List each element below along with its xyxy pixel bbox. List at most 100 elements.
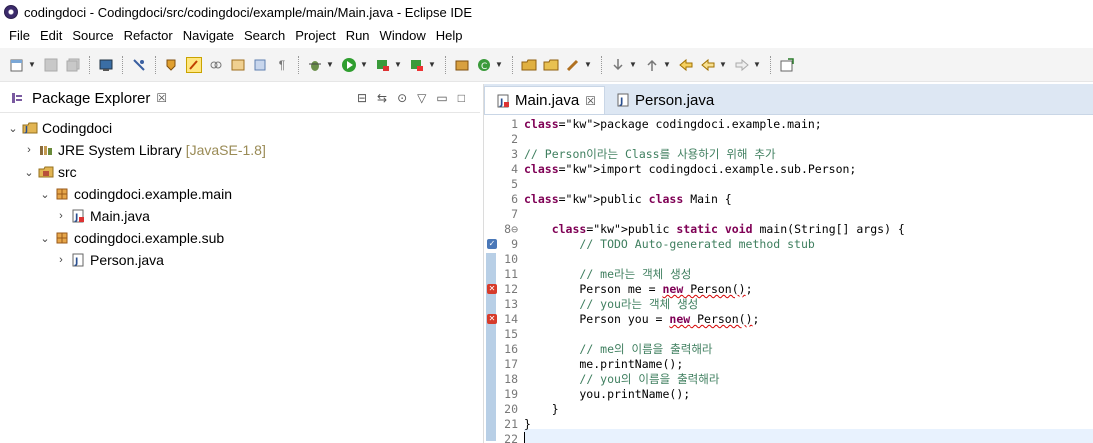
menu-search[interactable]: Search bbox=[239, 28, 290, 43]
expand-arrow-icon[interactable]: ⌄ bbox=[38, 232, 52, 245]
run-dropdown-icon[interactable]: ▼ bbox=[360, 60, 368, 69]
menu-window[interactable]: Window bbox=[375, 28, 431, 43]
block-select-icon[interactable] bbox=[252, 57, 268, 73]
pilcrow-icon[interactable]: ¶ bbox=[274, 57, 290, 73]
new-class-dropdown-icon[interactable]: ▼ bbox=[495, 60, 503, 69]
code-line: 6 class="kw">public class Main { bbox=[484, 192, 1093, 207]
tree-node-label: Main.java bbox=[90, 208, 150, 224]
task-marker-icon[interactable]: ✓ bbox=[487, 239, 497, 249]
pin-editor-icon[interactable] bbox=[779, 57, 795, 73]
line-number: 18 bbox=[504, 372, 518, 386]
code-line: 8⊖ class="kw">public static void main(St… bbox=[484, 222, 1093, 237]
open-type-icon[interactable] bbox=[521, 57, 537, 73]
prev-annotation-icon[interactable] bbox=[644, 57, 660, 73]
close-icon[interactable]: ☒ bbox=[156, 91, 167, 105]
collapse-arrow-icon[interactable]: › bbox=[54, 254, 68, 266]
menu-help[interactable]: Help bbox=[431, 28, 468, 43]
new-java-class-icon[interactable]: C bbox=[476, 57, 492, 73]
terminal-icon[interactable] bbox=[98, 57, 114, 73]
external-tools-icon[interactable] bbox=[409, 57, 425, 73]
save-all-icon[interactable] bbox=[65, 57, 81, 73]
annotation-icon[interactable] bbox=[230, 57, 246, 73]
debug-icon[interactable] bbox=[307, 57, 323, 73]
tab-main-java[interactable]: J Main.java ☒ bbox=[484, 86, 605, 114]
link-icon[interactable] bbox=[208, 57, 224, 73]
window-title: codingdoci - Codingdoci/src/codingdoci/e… bbox=[24, 4, 472, 20]
new-java-package-icon[interactable] bbox=[454, 57, 470, 73]
skip-breakpoints-icon[interactable] bbox=[131, 57, 147, 73]
menu-file[interactable]: File bbox=[4, 28, 35, 43]
menu-edit[interactable]: Edit bbox=[35, 28, 67, 43]
search-pencil-icon[interactable] bbox=[565, 57, 581, 73]
package-explorer-view: Package Explorer ☒ ⊟ ⇆ ⊙ ▽ ▭ □ ⌄ J Codin… bbox=[0, 84, 480, 443]
toolbar-separator bbox=[298, 55, 299, 74]
menu-navigate[interactable]: Navigate bbox=[178, 28, 239, 43]
highlight-icon[interactable] bbox=[186, 56, 202, 73]
back-dropdown-icon[interactable]: ▼ bbox=[719, 60, 727, 69]
line-number: 22 bbox=[504, 432, 518, 443]
save-icon[interactable] bbox=[43, 57, 59, 73]
new-dropdown-icon[interactable]: ▼ bbox=[28, 60, 36, 69]
code-text: // you의 이름을 출력해라 bbox=[579, 372, 720, 386]
menu-refactor[interactable]: Refactor bbox=[119, 28, 178, 43]
toolbar-separator bbox=[155, 55, 156, 74]
minimize-icon[interactable]: ▭ bbox=[436, 91, 447, 105]
svg-text:J: J bbox=[24, 125, 28, 134]
prev-annotation-dropdown-icon[interactable]: ▼ bbox=[663, 60, 671, 69]
menu-source[interactable]: Source bbox=[67, 28, 118, 43]
run-icon[interactable] bbox=[341, 57, 357, 73]
open-task-icon[interactable] bbox=[543, 57, 559, 73]
tree-node-jre-library[interactable]: › JRE System Library [JavaSE-1.8] bbox=[0, 139, 480, 161]
menu-run[interactable]: Run bbox=[341, 28, 375, 43]
forward-icon[interactable] bbox=[734, 57, 750, 73]
link-with-editor-icon[interactable]: ⇆ bbox=[377, 91, 387, 105]
next-annotation-dropdown-icon[interactable]: ▼ bbox=[629, 60, 637, 69]
error-marker-icon[interactable]: ✕ bbox=[487, 284, 497, 294]
search-dropdown-icon[interactable]: ▼ bbox=[584, 60, 592, 69]
tree-node-package-main[interactable]: ⌄ codingdoci.example.main bbox=[0, 183, 480, 205]
java-file-icon: J bbox=[495, 94, 511, 108]
code-editor[interactable]: 1 class="kw">package codingdoci.example.m… bbox=[484, 115, 1093, 443]
expand-arrow-icon[interactable]: ⌄ bbox=[22, 166, 36, 179]
collapse-all-icon[interactable]: ⊟ bbox=[357, 91, 367, 105]
back-icon[interactable] bbox=[700, 57, 716, 73]
line-number: 21 bbox=[504, 417, 518, 431]
tree-node-person-java[interactable]: › J Person.java bbox=[0, 249, 480, 271]
toggle-mark-icon[interactable] bbox=[164, 57, 180, 73]
error-marker-icon[interactable]: ✕ bbox=[487, 314, 497, 324]
view-toolbar: ⊟ ⇆ ⊙ ▽ ▭ □ bbox=[352, 91, 470, 105]
code-text: } bbox=[524, 402, 559, 416]
coverage-icon[interactable] bbox=[375, 57, 391, 73]
forward-dropdown-icon[interactable]: ▼ bbox=[753, 60, 761, 69]
code-text: Person you = new Person(); bbox=[524, 312, 760, 326]
tree-node-main-java[interactable]: › J Main.java bbox=[0, 205, 480, 227]
maximize-icon[interactable]: □ bbox=[458, 91, 465, 105]
toolbar-separator bbox=[445, 55, 446, 74]
collapse-arrow-icon[interactable]: › bbox=[54, 210, 68, 222]
tab-label: Main.java bbox=[515, 92, 580, 109]
tree-node-src[interactable]: ⌄ src bbox=[0, 161, 480, 183]
expand-arrow-icon[interactable]: ⌄ bbox=[38, 188, 52, 201]
code-line: 21} bbox=[484, 417, 1093, 432]
tree-node-label: JRE System Library bbox=[58, 142, 182, 158]
code-line: 16 // me의 이름을 출력해라 bbox=[484, 342, 1093, 357]
tab-person-java[interactable]: J Person.java bbox=[605, 86, 722, 114]
tree-node-package-sub[interactable]: ⌄ codingdoci.example.sub bbox=[0, 227, 480, 249]
new-icon[interactable] bbox=[9, 57, 25, 73]
tree-node-project[interactable]: ⌄ J Codingdoci bbox=[0, 117, 480, 139]
collapse-arrow-icon[interactable]: › bbox=[22, 144, 36, 156]
view-menu-icon[interactable]: ▽ bbox=[417, 91, 426, 105]
menu-project[interactable]: Project bbox=[290, 28, 340, 43]
close-icon[interactable]: ☒ bbox=[585, 94, 596, 108]
line-number: 3 bbox=[511, 147, 518, 161]
external-tools-dropdown-icon[interactable]: ▼ bbox=[428, 60, 436, 69]
last-edit-location-icon[interactable] bbox=[678, 57, 694, 73]
focus-on-active-task-icon[interactable]: ⊙ bbox=[397, 91, 407, 105]
expand-arrow-icon[interactable]: ⌄ bbox=[6, 122, 20, 135]
code-line: 14 Person you = new Person(); bbox=[484, 312, 1093, 327]
debug-dropdown-icon[interactable]: ▼ bbox=[326, 60, 334, 69]
coverage-dropdown-icon[interactable]: ▼ bbox=[394, 60, 402, 69]
code-text: Person me = new Person(); bbox=[524, 282, 753, 296]
line-number: 1 bbox=[511, 117, 518, 131]
next-annotation-icon[interactable] bbox=[610, 57, 626, 73]
